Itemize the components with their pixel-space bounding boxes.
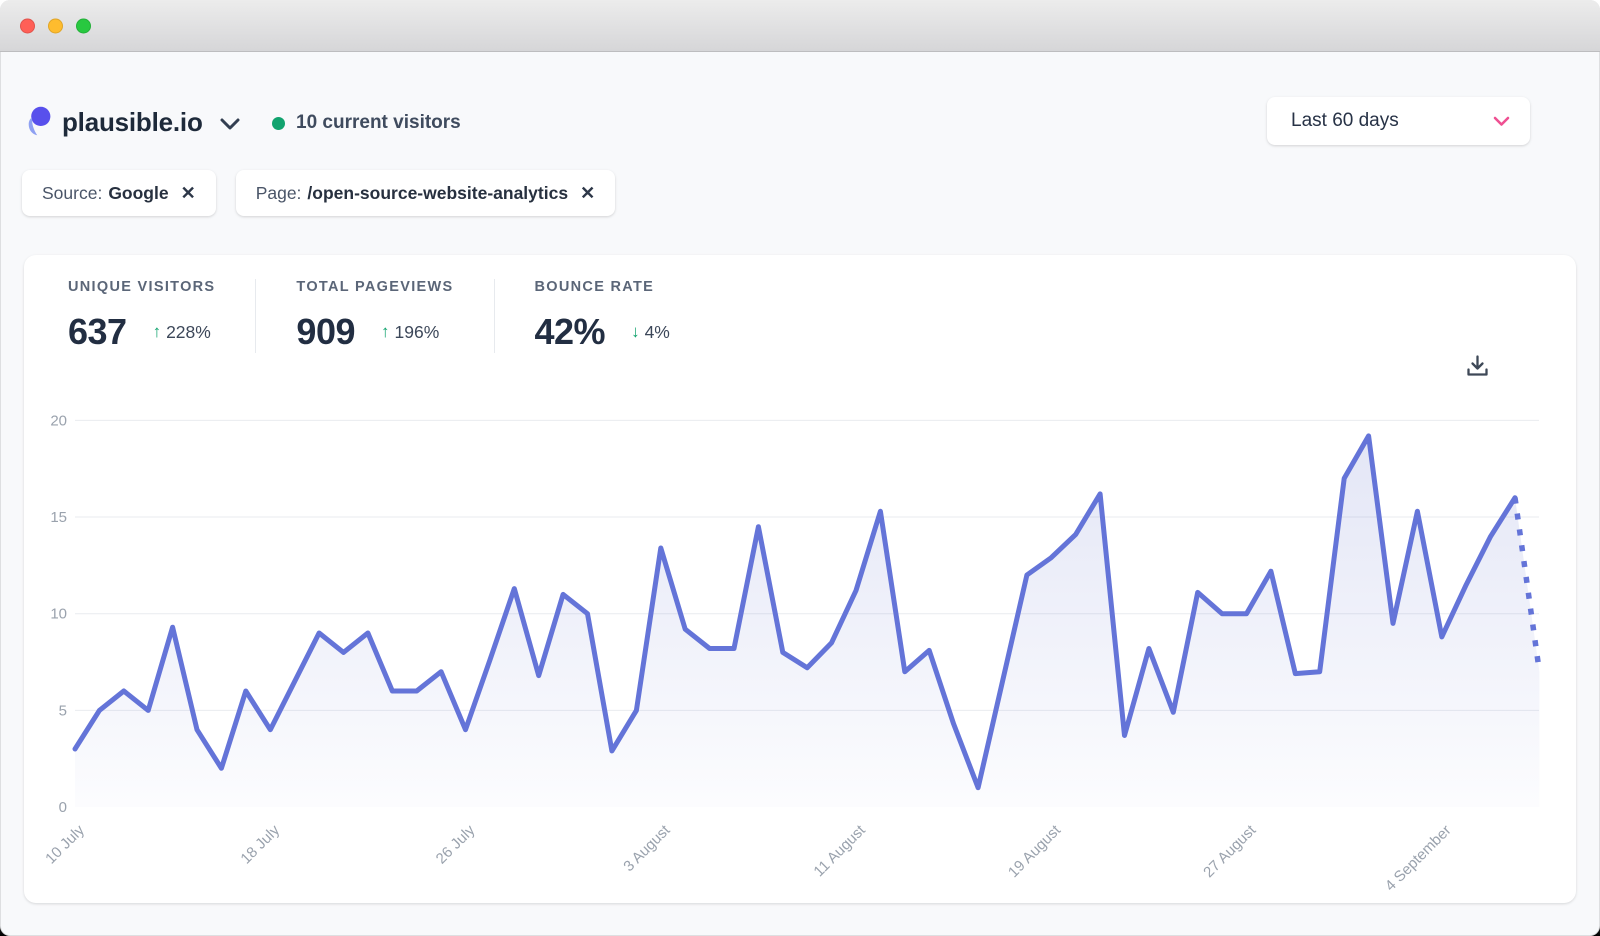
remove-filter-icon[interactable]: ✕ (181, 184, 196, 202)
site-switcher[interactable]: plausible.io (27, 102, 240, 142)
stat-change: ↓ 4% (631, 322, 670, 343)
active-filters: Source: Google ✕ Page:/open-source-websit… (22, 170, 615, 216)
filter-prefix: Page: (256, 183, 302, 204)
filter-value: Google (108, 183, 168, 204)
stat-value: 909 (296, 311, 355, 353)
svg-text:27 August: 27 August (1200, 821, 1260, 881)
zoom-window-button[interactable] (76, 18, 91, 33)
current-visitors[interactable]: 10 current visitors (272, 111, 461, 135)
svg-text:15: 15 (50, 509, 67, 526)
stat-change-value: 196% (395, 322, 440, 343)
svg-text:20: 20 (50, 412, 67, 429)
filter-pill-source[interactable]: Source: Google ✕ (22, 170, 216, 216)
minimize-window-button[interactable] (48, 18, 63, 33)
site-name: plausible.io (62, 107, 203, 138)
top-stats: UNIQUE VISITORS 637 ↑ 228% TOTAL PAGEVIE… (68, 279, 750, 353)
svg-text:0: 0 (59, 799, 67, 816)
stat-change: ↑ 196% (381, 322, 439, 343)
svg-text:4 September: 4 September (1382, 822, 1455, 895)
svg-text:5: 5 (59, 702, 67, 719)
arrow-up-icon: ↑ (153, 322, 162, 342)
download-icon (1464, 353, 1491, 380)
svg-text:3 August: 3 August (620, 821, 674, 875)
stat-label: UNIQUE VISITORS (68, 279, 215, 295)
svg-text:26 July: 26 July (433, 821, 479, 867)
filter-prefix: Source: (42, 183, 102, 204)
current-visitors-label: 10 current visitors (296, 112, 461, 134)
date-range-dropdown[interactable]: Last 60 days (1267, 97, 1530, 145)
close-window-button[interactable] (20, 18, 35, 33)
svg-text:19 August: 19 August (1005, 821, 1065, 881)
analytics-card: UNIQUE VISITORS 637 ↑ 228% TOTAL PAGEVIE… (24, 255, 1576, 903)
svg-text:11 August: 11 August (810, 821, 869, 880)
visitors-chart: 0 5 10 15 20 10 July 18 July 26 July 3 August 11 … (24, 385, 1576, 900)
stat-change: ↑ 228% (153, 322, 211, 343)
window-controls (20, 18, 91, 33)
app-window: plausible.io 10 current visitors Last 60… (0, 0, 1600, 936)
stat-change-value: 228% (166, 322, 211, 343)
live-dot-icon (272, 117, 285, 130)
stat-total-pageviews[interactable]: TOTAL PAGEVIEWS 909 ↑ 196% (296, 279, 494, 353)
filter-value: /open-source-website-analytics (307, 183, 568, 204)
window-titlebar (0, 0, 1600, 52)
stat-value: 637 (68, 311, 127, 353)
remove-filter-icon[interactable]: ✕ (580, 184, 595, 202)
chevron-down-icon (1493, 116, 1510, 127)
export-button[interactable] (1462, 351, 1492, 381)
stat-change-value: 4% (645, 322, 670, 343)
svg-text:10: 10 (50, 606, 67, 623)
stat-value: 42% (535, 311, 606, 353)
dashboard: plausible.io 10 current visitors Last 60… (0, 52, 1600, 936)
visitors-chart-canvas[interactable]: 0 5 10 15 20 10 July 18 July 26 July 3 August 11 … (24, 385, 1576, 900)
stat-bounce-rate[interactable]: BOUNCE RATE 42% ↓ 4% (535, 279, 710, 353)
svg-text:10 July: 10 July (42, 821, 88, 867)
chevron-down-icon (220, 118, 240, 130)
svg-text:18 July: 18 July (237, 821, 283, 867)
filter-pill-page[interactable]: Page:/open-source-website-analytics ✕ (236, 170, 615, 216)
stat-label: BOUNCE RATE (535, 279, 670, 295)
stat-unique-visitors[interactable]: UNIQUE VISITORS 637 ↑ 228% (68, 279, 256, 353)
plausible-logo-icon (27, 106, 51, 139)
arrow-down-icon: ↓ (631, 322, 640, 342)
arrow-up-icon: ↑ (381, 322, 390, 342)
date-range-label: Last 60 days (1291, 110, 1399, 132)
stat-label: TOTAL PAGEVIEWS (296, 279, 453, 295)
